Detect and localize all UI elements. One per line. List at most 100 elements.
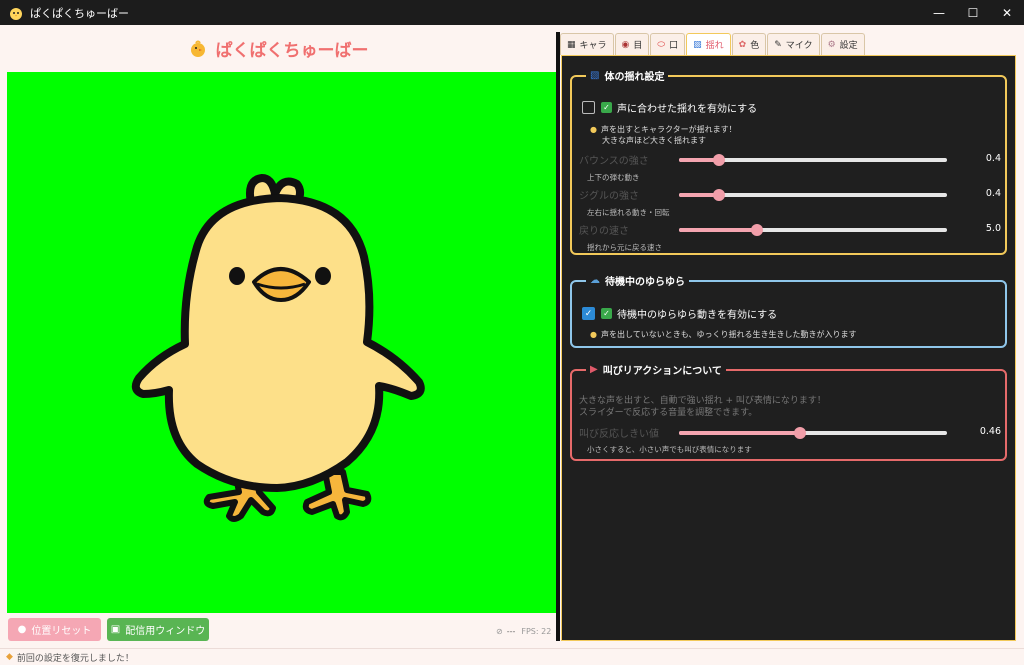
fps-readout: FPS: 22: [521, 626, 552, 636]
close-icon: ✕: [1001, 5, 1013, 20]
shout-desc-line-2: スライダーで反応する音量を調整できます。: [579, 408, 758, 418]
tab-label: 色: [750, 41, 760, 51]
panel-divider[interactable]: [556, 32, 560, 641]
chick-character: [131, 174, 425, 522]
mic-icon: ✎: [774, 39, 782, 50]
body-shake-title-text: 体の揺れ設定: [604, 72, 665, 83]
jiggle-value: 0.4: [985, 188, 1001, 199]
shout-title: ▶ 叫びリアクションについて: [586, 362, 726, 377]
shout-group: ▶ 叫びリアクションについて 大きな声を出すと、自動で強い揺れ + 叫び表情にな…: [570, 362, 1007, 461]
tab-label: 目: [633, 41, 643, 51]
body-shake-hint: ● 声を出すとキャラクターが揺れます！ 大きな声ほど大きく揺れます: [590, 124, 737, 146]
idle-hint: ● 声を出していないときも、ゆっくり揺れる生き生きした動きが入ります: [590, 329, 857, 340]
return-slider[interactable]: [679, 224, 947, 236]
close-button[interactable]: ✕: [990, 0, 1024, 25]
return-sub: 揺れから元に戻る速さ: [587, 243, 662, 252]
shout-threshold-slider[interactable]: [679, 427, 947, 439]
shout-desc-line-1: 大きな声を出すと、自動で強い揺れ + 叫び表情になります！: [579, 396, 826, 406]
status-bar: ◆ 前回の設定を復元しました！: [0, 648, 1024, 665]
app-header: ぱくぱくちゅーばー: [0, 25, 556, 72]
shout-threshold-label: 叫び反応しきい値: [579, 429, 659, 440]
check-icon: ✓: [601, 308, 612, 319]
shout-fill: [679, 431, 800, 435]
window-icon: ▣: [110, 624, 121, 635]
shout-title-text: 叫びリアクションについて: [602, 366, 722, 377]
stream-window-button[interactable]: ▣ 配信用ウィンドウ: [107, 618, 209, 641]
mic-off-icon: ⊘: [496, 626, 503, 636]
bounce-sub: 上下の弾む動き: [587, 173, 640, 182]
idle-hint-text: 声を出していないときも、ゆっくり揺れる生き生きした動きが入ります: [600, 330, 857, 339]
jiggle-slider[interactable]: [679, 189, 947, 201]
palette-icon: ✿: [738, 39, 747, 50]
diamond-icon: ◆: [6, 652, 13, 662]
idle-label: 待機中のゆらゆら動きを有効にする: [617, 310, 778, 321]
app-chick-icon: [10, 7, 22, 20]
body-shake-toggle[interactable]: ✓ 声に合わせた揺れを有効にする: [582, 100, 757, 115]
minimize-icon: —: [933, 5, 945, 20]
tab-mic[interactable]: ✎ マイク: [767, 33, 820, 55]
idle-title: ☁ 待機中のゆらゆら: [586, 273, 689, 288]
idle-checkbox[interactable]: ✓: [582, 307, 595, 320]
settings-tabs: ▦ キャラ ◉ 目 ⬭ 口 ▧ 揺れ ✿ 色 ✎ マイク ⚙ 設定: [560, 33, 866, 55]
app-heading: ぱくぱくちゅーばー: [215, 41, 369, 61]
maximize-button[interactable]: ☐: [956, 0, 990, 25]
character-preview[interactable]: [7, 72, 556, 613]
return-value: 5.0: [985, 223, 1001, 234]
shout-threshold-value: 0.46: [979, 426, 1001, 437]
eye-icon: ◉: [621, 39, 630, 50]
tab-label: 設定: [839, 41, 858, 51]
body-shake-label: 声に合わせた揺れを有効にする: [617, 104, 758, 115]
settings-panel: ▧ 体の揺れ設定 ✓ 声に合わせた揺れを有効にする ● 声を出すとキャラクターが揺…: [561, 55, 1016, 641]
idle-toggle[interactable]: ✓ ✓ 待機中のゆらゆら動きを有効にする: [582, 306, 777, 321]
tab-label: 揺れ: [705, 41, 724, 51]
image-icon: ▦: [567, 39, 576, 50]
shout-description: 大きな声を出すと、自動で強い揺れ + 叫び表情になります！ スライダーで反応する…: [579, 395, 826, 419]
hint-line-2: 大きな声ほど大きく揺れます: [602, 136, 706, 145]
return-label: 戻りの速さ: [579, 226, 629, 237]
tab-label: キャラ: [579, 41, 607, 51]
reset-position-label: 位置リセット: [31, 626, 92, 637]
shake-icon: ▧: [693, 39, 702, 50]
body-shake-checkbox[interactable]: [582, 101, 595, 114]
bounce-slider[interactable]: [679, 154, 947, 166]
title-bar: ぱくぱくちゅーばー — ☐ ✕: [0, 0, 1024, 25]
jiggle-sub: 左右に揺れる動き・回転: [587, 208, 670, 217]
body-shake-group: ▧ 体の揺れ設定 ✓ 声に合わせた揺れを有効にする ● 声を出すとキャラクターが揺…: [570, 68, 1007, 255]
shake-icon: ▧: [590, 70, 600, 81]
mouth-icon: ⬭: [657, 39, 666, 50]
tab-settings[interactable]: ⚙ 設定: [820, 33, 865, 55]
idle-group: ☁ 待機中のゆらゆら ✓ ✓ 待機中のゆらゆら動きを有効にする ● 声を出していな…: [570, 273, 1007, 348]
level-readout: ---: [506, 626, 516, 636]
tab-label: 口: [669, 41, 679, 51]
body-shake-title: ▧ 体の揺れ設定: [586, 68, 669, 83]
shout-knob[interactable]: [793, 427, 806, 439]
shout-threshold-sub: 小さくすると、小さい声でも叫び表情になります: [587, 445, 752, 454]
maximize-icon: ☐: [967, 5, 979, 20]
return-fill: [679, 228, 757, 232]
jiggle-label: ジグルの強さ: [579, 191, 639, 202]
jiggle-knob[interactable]: [713, 189, 726, 201]
bulb-icon: ●: [590, 330, 597, 339]
megaphone-icon: ▶: [590, 364, 598, 375]
idle-title-text: 待機中のゆらゆら: [605, 277, 685, 288]
bounce-value: 0.4: [985, 153, 1001, 164]
bounce-knob[interactable]: [713, 154, 726, 166]
hint-line-1: 声を出すとキャラクターが揺れます！: [600, 125, 737, 134]
tab-shake[interactable]: ▧ 揺れ: [686, 33, 731, 55]
reset-position-button[interactable]: ● 位置リセット: [8, 618, 101, 641]
return-knob[interactable]: [750, 224, 763, 236]
check-icon: ✓: [601, 102, 612, 113]
tab-eye[interactable]: ◉ 目: [614, 33, 650, 55]
status-message: 前回の設定を復元しました！: [16, 653, 134, 664]
tab-color[interactable]: ✿ 色: [731, 33, 767, 55]
tab-label: マイク: [785, 41, 813, 51]
bounce-label: バウンスの強さ: [579, 156, 649, 167]
settings-icon: ⚙: [827, 39, 836, 50]
tab-chara[interactable]: ▦ キャラ: [560, 33, 614, 55]
minimize-button[interactable]: —: [922, 0, 956, 25]
window-title: ぱくぱくちゅーばー: [30, 6, 129, 20]
cloud-icon: ☁: [590, 275, 600, 286]
fps-status: ⊘ --- FPS: 22: [496, 624, 556, 638]
tab-mouth[interactable]: ⬭ 口: [650, 33, 686, 55]
pin-icon: ●: [17, 624, 27, 635]
